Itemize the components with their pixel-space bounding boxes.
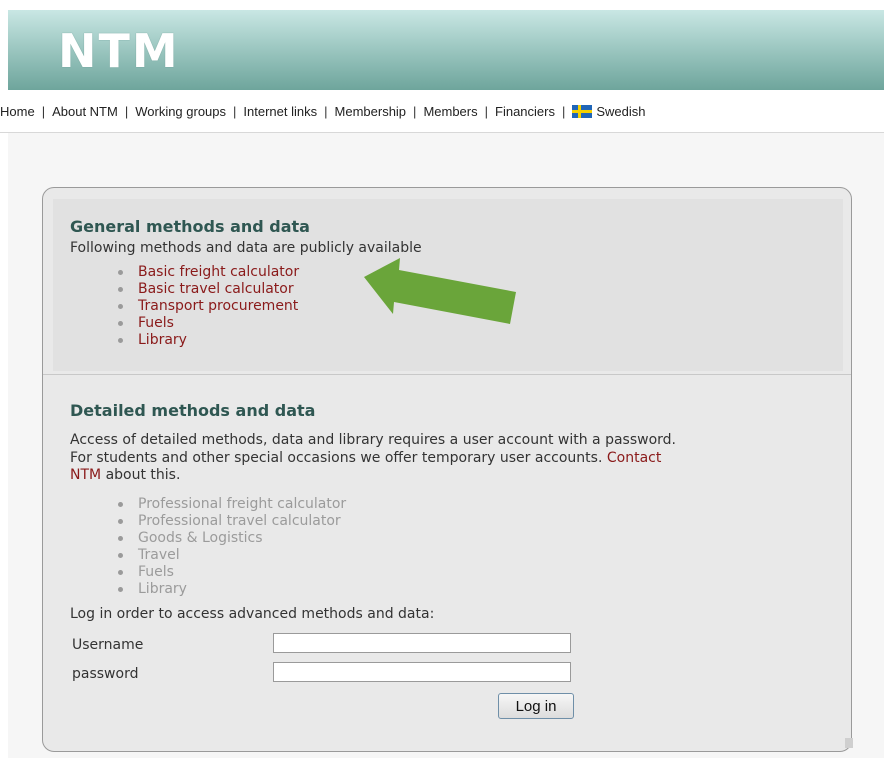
password-field[interactable] bbox=[273, 662, 571, 682]
nav-separator: | bbox=[124, 104, 129, 119]
link-fuels[interactable]: Fuels bbox=[116, 315, 299, 332]
login-prompt: Log in order to access advanced methods … bbox=[70, 606, 435, 622]
nav-financiers[interactable]: Financiers bbox=[495, 104, 555, 119]
link-transport-procurement[interactable]: Transport procurement bbox=[116, 298, 299, 315]
detailed-text-line2: For students and other special occasions… bbox=[70, 450, 661, 467]
nav-separator: | bbox=[561, 104, 566, 119]
detailed-text-line1: Access of detailed methods, data and lib… bbox=[70, 432, 676, 448]
nav-internet-links[interactable]: Internet links bbox=[243, 104, 317, 119]
swedish-flag-icon bbox=[572, 105, 593, 118]
detailed-text-line3-rest: about this. bbox=[105, 467, 181, 483]
nav-home[interactable]: Home bbox=[0, 104, 35, 119]
nav-swedish-label: Swedish bbox=[596, 104, 646, 119]
detailed-text-line3: NTM about this. bbox=[70, 467, 180, 484]
password-label: password bbox=[72, 666, 139, 682]
username-field[interactable] bbox=[273, 633, 571, 653]
nav-members[interactable]: Members bbox=[423, 104, 477, 119]
detailed-text-line2-text: For students and other special occasions… bbox=[70, 450, 603, 466]
green-arrow-icon bbox=[364, 258, 516, 324]
nav-separator: | bbox=[484, 104, 489, 119]
contact-link[interactable]: Contact bbox=[607, 450, 661, 466]
general-links-list: Basic freight calculator Basic travel ca… bbox=[116, 264, 299, 349]
general-intro: Following methods and data are publicly … bbox=[70, 240, 422, 256]
item-fuels: Fuels bbox=[116, 564, 346, 581]
nav-separator: | bbox=[324, 104, 328, 119]
resize-grip[interactable] bbox=[845, 738, 853, 748]
nav-separator: | bbox=[233, 104, 237, 119]
login-button[interactable]: Log in bbox=[498, 693, 574, 719]
nav-about-ntm[interactable]: About NTM bbox=[52, 104, 118, 119]
site-header: NTM bbox=[8, 10, 884, 90]
item-professional-travel-calculator: Professional travel calculator bbox=[116, 513, 346, 530]
item-goods-logistics: Goods & Logistics bbox=[116, 530, 346, 547]
section-divider bbox=[43, 374, 851, 375]
contact-ntm-link[interactable]: NTM bbox=[70, 467, 101, 483]
link-basic-travel-calculator[interactable]: Basic travel calculator bbox=[116, 281, 299, 298]
detailed-heading: Detailed methods and data bbox=[70, 401, 316, 420]
general-heading: General methods and data bbox=[70, 217, 310, 236]
item-professional-freight-calculator: Professional freight calculator bbox=[116, 496, 346, 513]
nav-membership[interactable]: Membership bbox=[335, 104, 407, 119]
link-library[interactable]: Library bbox=[116, 332, 299, 349]
detailed-items-list: Professional freight calculator Professi… bbox=[116, 496, 346, 598]
top-navigation: Home | About NTM | Working groups | Internet l… bbox=[0, 92, 884, 133]
link-basic-freight-calculator[interactable]: Basic freight calculator bbox=[116, 264, 299, 281]
nav-separator: | bbox=[41, 104, 46, 119]
username-label: Username bbox=[72, 637, 144, 653]
item-travel: Travel bbox=[116, 547, 346, 564]
nav-working-groups[interactable]: Working groups bbox=[135, 104, 226, 119]
nav-separator: | bbox=[413, 104, 417, 119]
nav-swedish[interactable]: Swedish bbox=[572, 104, 646, 119]
item-library: Library bbox=[116, 581, 346, 598]
ntm-logo[interactable]: NTM bbox=[58, 24, 180, 78]
